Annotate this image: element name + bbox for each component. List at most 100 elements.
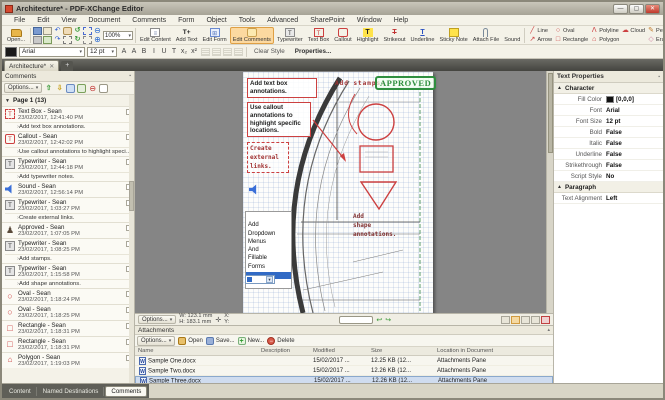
attachments-options-button[interactable]: Options...▾ [137,336,175,346]
toolbar-labeled-button[interactable]: Typewriter [275,27,305,44]
menu-item[interactable]: Advanced [261,17,304,24]
oval-annotation[interactable] [358,104,394,140]
menu-item[interactable]: View [55,17,82,24]
menu-item[interactable]: Edit [31,17,55,24]
single-page-view-icon[interactable] [501,316,510,324]
document-tab[interactable]: Architecture* ✕ [4,60,59,71]
shape-tool-bottom[interactable] [621,36,645,44]
align-right-icon[interactable] [223,48,232,56]
format-button[interactable]: T [169,47,179,57]
continuous-view-icon[interactable] [511,316,520,324]
snapshot-icon[interactable] [63,36,72,44]
property-row[interactable]: Underline False [554,149,663,160]
attachment-row[interactable]: WSample One.docx 15/02/2017 ... 12.25 KB… [135,356,553,366]
page-number-field[interactable] [339,316,373,324]
print-icon[interactable] [33,36,42,44]
page-group-header[interactable]: ▼ Page 1 (13) [2,95,134,106]
property-row[interactable]: Fill Color [0,0,0] [554,94,663,105]
attachment-row[interactable]: WSample Two.docx 15/02/2017 ... 12.26 KB… [135,366,553,376]
format-button[interactable]: x₂ [179,47,189,57]
sidebar-bottom-tab[interactable]: Content [4,387,37,396]
align-center-icon[interactable] [212,48,221,56]
shape-tool-bottom[interactable]: Polygon [590,36,619,44]
comment-item[interactable]: Callout - Sean 23/02/2017, 12:42:02 PM U… [2,131,134,156]
undo-icon[interactable] [53,27,62,35]
chevron-down-icon[interactable]: ▾ [266,276,273,283]
toolbar-labeled-button[interactable]: Strikeout [381,27,407,44]
property-row[interactable]: Text Alignment Left [554,193,663,204]
menu-item[interactable]: Comments [126,17,172,24]
property-row[interactable]: Italic False [554,138,663,149]
toolbar-labeled-button[interactable]: Edit Content [138,27,173,44]
comment-item[interactable]: Rectangle - Sean 23/02/2017, 1:18:31 PM [2,320,134,336]
menu-item[interactable]: File [8,17,31,24]
sidebar-scrollbar[interactable] [129,95,134,383]
zoom-level-select[interactable]: 100%▾ [103,31,133,40]
close-button[interactable]: ✕ [645,4,660,14]
comment-item[interactable]: Oval - Sean 23/02/2017, 1:18:25 PM [2,304,134,320]
external-links-note[interactable]: Create external links. [247,142,289,173]
shape-tool-top[interactable]: Pencil [647,27,663,35]
toolbar-labeled-button[interactable]: Add Text [174,27,200,44]
property-row[interactable]: Script Style No [554,171,663,182]
two-page-continuous-view-icon[interactable] [531,316,540,324]
toolbar-labeled-button[interactable]: Sound [502,27,522,44]
comment-item[interactable]: Approved - Sean 23/02/2017, 1:07:05 PM [2,222,134,238]
align-left-icon[interactable] [201,48,210,56]
comment-item[interactable]: Typewriter - Sean 23/02/2017, 1:08:25 PM… [2,238,134,263]
format-button[interactable]: I [149,47,159,57]
character-section-header[interactable]: ▲ Character [554,83,663,94]
pdf-page[interactable]: Add text box annotations. Add stamps: AP… [243,72,433,313]
comment-item[interactable]: Oval - Sean 23/02/2017, 1:18:24 PM [2,288,134,304]
new-tab-button[interactable]: + [61,61,73,71]
font-family-select[interactable]: Arial▾ [19,47,85,57]
delete-attachment-button[interactable]: Delete [267,337,294,345]
shape-tool-bottom[interactable]: Arrow [528,36,552,44]
sidebar-bottom-tab[interactable]: Comments [105,386,147,397]
close-tab-icon[interactable]: ✕ [49,63,54,70]
open-button[interactable]: Open... [4,27,28,44]
approved-stamp[interactable]: APPROVED [375,76,436,90]
shape-tool-bottom[interactable]: Rectangle [554,36,588,44]
document-scrollbar[interactable] [546,71,553,313]
hand-tool-icon[interactable] [63,27,72,35]
next-comment-icon[interactable] [55,84,64,93]
property-row[interactable]: Font Size 12 pt [554,116,663,127]
menu-item[interactable]: Document [82,17,126,24]
comment-properties-icon[interactable] [99,84,108,93]
two-page-view-icon[interactable] [521,316,530,324]
menu-item[interactable]: Help [388,17,414,24]
zoom-out-icon[interactable] [93,27,102,35]
toolbar-labeled-button[interactable]: Highlight [355,27,381,44]
comment-item[interactable]: Typewriter - Sean 23/02/2017, 12:44:18 P… [2,156,134,181]
property-row[interactable]: Bold False [554,127,663,138]
shape-tool-top[interactable]: Polyline [590,27,619,35]
toolbar-labeled-button[interactable]: Underline [409,27,437,44]
delete-comment-icon[interactable] [88,84,97,93]
zoom-in-icon[interactable] [93,36,102,44]
callout-annotation[interactable]: Use callout annotations to highlight spe… [247,102,311,137]
format-button[interactable]: U [159,47,169,57]
export-icon[interactable] [43,36,52,44]
previous-view-icon[interactable]: ↩ [376,316,382,324]
shape-note[interactable]: Add shape annotations. [353,212,396,239]
comment-item[interactable]: Typewriter - Sean 23/02/2017, 1:15:58 PM… [2,263,134,288]
redo-icon[interactable] [53,36,62,44]
menu-item[interactable]: Object [200,17,232,24]
select-all-icon[interactable] [83,36,92,44]
expand-comments-icon[interactable] [66,84,75,93]
comment-item[interactable]: Rectangle - Sean 23/02/2017, 1:18:31 PM [2,336,134,352]
dropdown-form-field[interactable]: ▾ [245,275,275,284]
collapse-icon[interactable]: ▴ [547,327,550,333]
collapse-comments-icon[interactable] [77,84,86,93]
rotate-cw-icon[interactable] [73,36,82,44]
toolbar-labeled-button[interactable]: Text Box [306,27,331,44]
format-button[interactable]: B [139,47,149,57]
rectangle-annotation[interactable] [360,146,393,172]
pin-icon[interactable]: ▪ [129,73,131,79]
close-panel-icon[interactable]: ▪ [658,74,660,80]
shape-tool-top[interactable]: Cloud [621,27,645,35]
properties-button[interactable]: Properties... [291,48,335,55]
open-attachment-button[interactable]: Open [178,337,203,345]
status-options-button[interactable]: Options...▾ [138,315,176,324]
